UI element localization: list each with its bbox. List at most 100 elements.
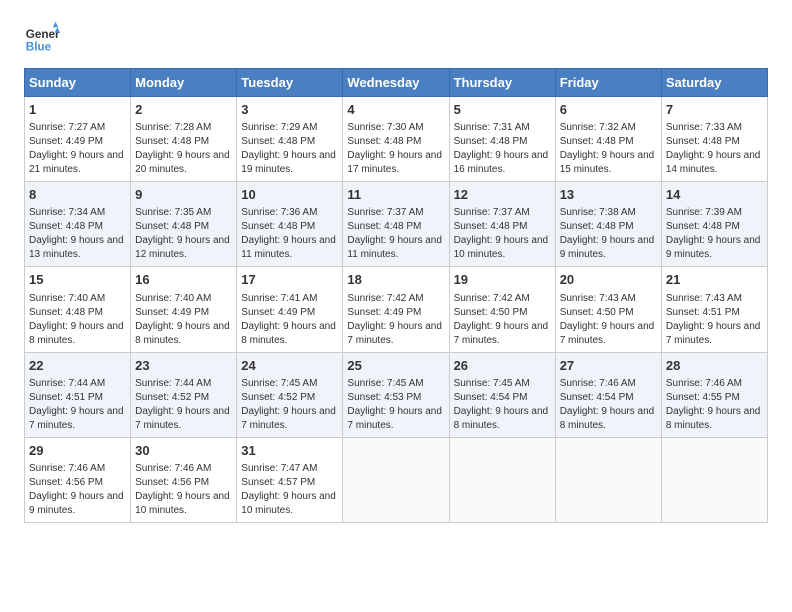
col-header-sunday: Sunday — [25, 69, 131, 97]
day-cell: 8Sunrise: 7:34 AMSunset: 4:48 PMDaylight… — [25, 182, 131, 267]
daylight: Daylight: 9 hours and 8 minutes. — [241, 321, 336, 346]
col-header-saturday: Saturday — [661, 69, 767, 97]
sunrise: Sunrise: 7:31 AM — [454, 122, 530, 133]
col-header-monday: Monday — [131, 69, 237, 97]
sunset: Sunset: 4:49 PM — [135, 307, 209, 318]
day-number: 26 — [454, 357, 551, 375]
day-number: 25 — [347, 357, 444, 375]
daylight: Daylight: 9 hours and 7 minutes. — [560, 321, 655, 346]
daylight: Daylight: 9 hours and 10 minutes. — [135, 491, 230, 516]
week-row-2: 8Sunrise: 7:34 AMSunset: 4:48 PMDaylight… — [25, 182, 768, 267]
sunset: Sunset: 4:57 PM — [241, 477, 315, 488]
day-cell: 7Sunrise: 7:33 AMSunset: 4:48 PMDaylight… — [661, 97, 767, 182]
sunrise: Sunrise: 7:37 AM — [454, 207, 530, 218]
daylight: Daylight: 9 hours and 16 minutes. — [454, 150, 549, 175]
daylight: Daylight: 9 hours and 10 minutes. — [241, 491, 336, 516]
sunset: Sunset: 4:48 PM — [241, 136, 315, 147]
sunset: Sunset: 4:53 PM — [347, 392, 421, 403]
sunrise: Sunrise: 7:46 AM — [29, 463, 105, 474]
sunset: Sunset: 4:48 PM — [135, 136, 209, 147]
sunrise: Sunrise: 7:42 AM — [454, 293, 530, 304]
day-cell: 28Sunrise: 7:46 AMSunset: 4:55 PMDayligh… — [661, 352, 767, 437]
day-cell: 20Sunrise: 7:43 AMSunset: 4:50 PMDayligh… — [555, 267, 661, 352]
sunrise: Sunrise: 7:44 AM — [29, 378, 105, 389]
sunset: Sunset: 4:48 PM — [347, 221, 421, 232]
day-cell: 14Sunrise: 7:39 AMSunset: 4:48 PMDayligh… — [661, 182, 767, 267]
sunset: Sunset: 4:48 PM — [666, 136, 740, 147]
day-cell: 12Sunrise: 7:37 AMSunset: 4:48 PMDayligh… — [449, 182, 555, 267]
sunset: Sunset: 4:49 PM — [241, 307, 315, 318]
daylight: Daylight: 9 hours and 9 minutes. — [29, 491, 124, 516]
day-cell: 25Sunrise: 7:45 AMSunset: 4:53 PMDayligh… — [343, 352, 449, 437]
daylight: Daylight: 9 hours and 17 minutes. — [347, 150, 442, 175]
day-cell: 1Sunrise: 7:27 AMSunset: 4:49 PMDaylight… — [25, 97, 131, 182]
day-cell: 15Sunrise: 7:40 AMSunset: 4:48 PMDayligh… — [25, 267, 131, 352]
daylight: Daylight: 9 hours and 8 minutes. — [666, 406, 761, 431]
sunset: Sunset: 4:48 PM — [454, 136, 528, 147]
sunrise: Sunrise: 7:45 AM — [454, 378, 530, 389]
col-header-friday: Friday — [555, 69, 661, 97]
daylight: Daylight: 9 hours and 7 minutes. — [29, 406, 124, 431]
daylight: Daylight: 9 hours and 21 minutes. — [29, 150, 124, 175]
day-number: 24 — [241, 357, 338, 375]
day-cell: 31 Sunrise: 7:47 AM Sunset: 4:57 PM Dayligh… — [237, 437, 343, 522]
sunrise: Sunrise: 7:30 AM — [347, 122, 423, 133]
day-cell: 4Sunrise: 7:30 AMSunset: 4:48 PMDaylight… — [343, 97, 449, 182]
day-cell: 11Sunrise: 7:37 AMSunset: 4:48 PMDayligh… — [343, 182, 449, 267]
daylight: Daylight: 9 hours and 15 minutes. — [560, 150, 655, 175]
day-number: 3 — [241, 101, 338, 119]
day-cell: 6Sunrise: 7:32 AMSunset: 4:48 PMDaylight… — [555, 97, 661, 182]
day-number: 13 — [560, 186, 657, 204]
day-number: 5 — [454, 101, 551, 119]
logo-icon: General Blue — [24, 20, 60, 56]
week-row-3: 15Sunrise: 7:40 AMSunset: 4:48 PMDayligh… — [25, 267, 768, 352]
day-number: 17 — [241, 271, 338, 289]
sunset: Sunset: 4:54 PM — [454, 392, 528, 403]
sunset: Sunset: 4:48 PM — [29, 221, 103, 232]
day-cell: 19Sunrise: 7:42 AMSunset: 4:50 PMDayligh… — [449, 267, 555, 352]
sunset: Sunset: 4:52 PM — [241, 392, 315, 403]
sunrise: Sunrise: 7:27 AM — [29, 122, 105, 133]
day-cell: 21Sunrise: 7:43 AMSunset: 4:51 PMDayligh… — [661, 267, 767, 352]
col-header-thursday: Thursday — [449, 69, 555, 97]
daylight: Daylight: 9 hours and 7 minutes. — [241, 406, 336, 431]
sunset: Sunset: 4:48 PM — [560, 221, 634, 232]
sunrise: Sunrise: 7:40 AM — [135, 293, 211, 304]
day-cell: 2Sunrise: 7:28 AMSunset: 4:48 PMDaylight… — [131, 97, 237, 182]
day-cell: 22Sunrise: 7:44 AMSunset: 4:51 PMDayligh… — [25, 352, 131, 437]
svg-text:Blue: Blue — [26, 41, 52, 54]
sunrise: Sunrise: 7:41 AM — [241, 293, 317, 304]
day-number: 2 — [135, 101, 232, 119]
day-cell: 29 Sunrise: 7:46 AM Sunset: 4:56 PM Dayligh… — [25, 437, 131, 522]
day-cell — [661, 437, 767, 522]
sunrise: Sunrise: 7:45 AM — [241, 378, 317, 389]
sunrise: Sunrise: 7:28 AM — [135, 122, 211, 133]
day-cell: 13Sunrise: 7:38 AMSunset: 4:48 PMDayligh… — [555, 182, 661, 267]
daylight: Daylight: 9 hours and 8 minutes. — [560, 406, 655, 431]
day-number: 29 — [29, 442, 126, 460]
day-number: 31 — [241, 442, 338, 460]
daylight: Daylight: 9 hours and 12 minutes. — [135, 235, 230, 260]
day-number: 1 — [29, 101, 126, 119]
day-number: 8 — [29, 186, 126, 204]
svg-text:General: General — [26, 28, 60, 41]
calendar-table: SundayMondayTuesdayWednesdayThursdayFrid… — [24, 68, 768, 523]
day-number: 19 — [454, 271, 551, 289]
day-number: 12 — [454, 186, 551, 204]
sunrise: Sunrise: 7:47 AM — [241, 463, 317, 474]
sunset: Sunset: 4:51 PM — [29, 392, 103, 403]
sunrise: Sunrise: 7:39 AM — [666, 207, 742, 218]
day-number: 27 — [560, 357, 657, 375]
sunset: Sunset: 4:51 PM — [666, 307, 740, 318]
sunset: Sunset: 4:56 PM — [29, 477, 103, 488]
daylight: Daylight: 9 hours and 8 minutes. — [29, 321, 124, 346]
week-row-4: 22Sunrise: 7:44 AMSunset: 4:51 PMDayligh… — [25, 352, 768, 437]
day-cell: 9Sunrise: 7:35 AMSunset: 4:48 PMDaylight… — [131, 182, 237, 267]
day-cell: 26Sunrise: 7:45 AMSunset: 4:54 PMDayligh… — [449, 352, 555, 437]
daylight: Daylight: 9 hours and 9 minutes. — [666, 235, 761, 260]
day-number: 4 — [347, 101, 444, 119]
sunrise: Sunrise: 7:43 AM — [666, 293, 742, 304]
day-number: 9 — [135, 186, 232, 204]
daylight: Daylight: 9 hours and 13 minutes. — [29, 235, 124, 260]
daylight: Daylight: 9 hours and 7 minutes. — [347, 406, 442, 431]
